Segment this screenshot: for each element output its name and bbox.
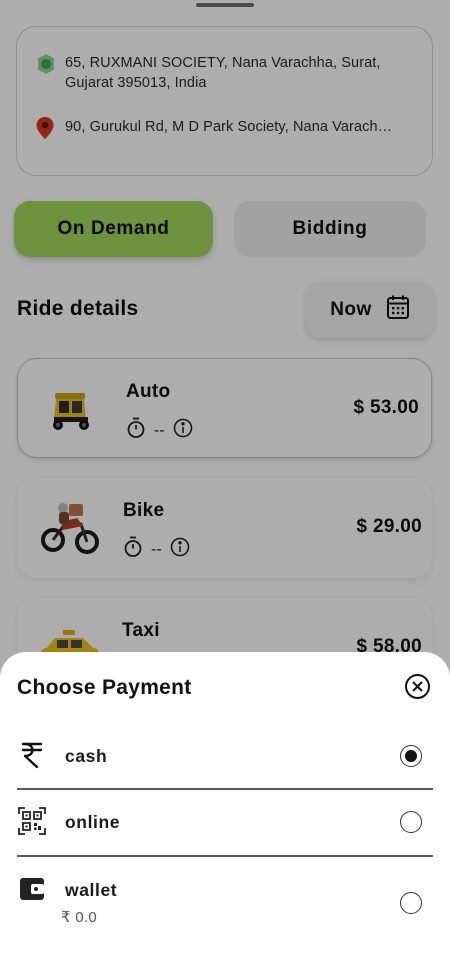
wallet-balance: ₹ 0.0	[61, 909, 98, 926]
choose-payment-sheet: Choose Payment cash online wallet ₹ 0.0	[0, 652, 450, 975]
payment-label: cash	[65, 746, 108, 766]
qr-code-icon	[18, 806, 46, 836]
rupee-icon	[18, 740, 46, 770]
wallet-icon	[18, 874, 46, 904]
radio-unselected[interactable]	[400, 811, 422, 833]
sheet-title: Choose Payment	[17, 676, 192, 699]
radio-unselected[interactable]	[400, 892, 422, 914]
close-icon[interactable]	[404, 673, 431, 700]
payment-label: wallet	[65, 880, 118, 900]
payment-option-online[interactable]: online	[0, 790, 450, 856]
payment-option-wallet[interactable]: wallet ₹ 0.0	[0, 856, 450, 956]
payment-label: online	[65, 812, 121, 832]
radio-selected[interactable]	[400, 745, 422, 767]
payment-option-cash[interactable]: cash	[0, 724, 450, 790]
